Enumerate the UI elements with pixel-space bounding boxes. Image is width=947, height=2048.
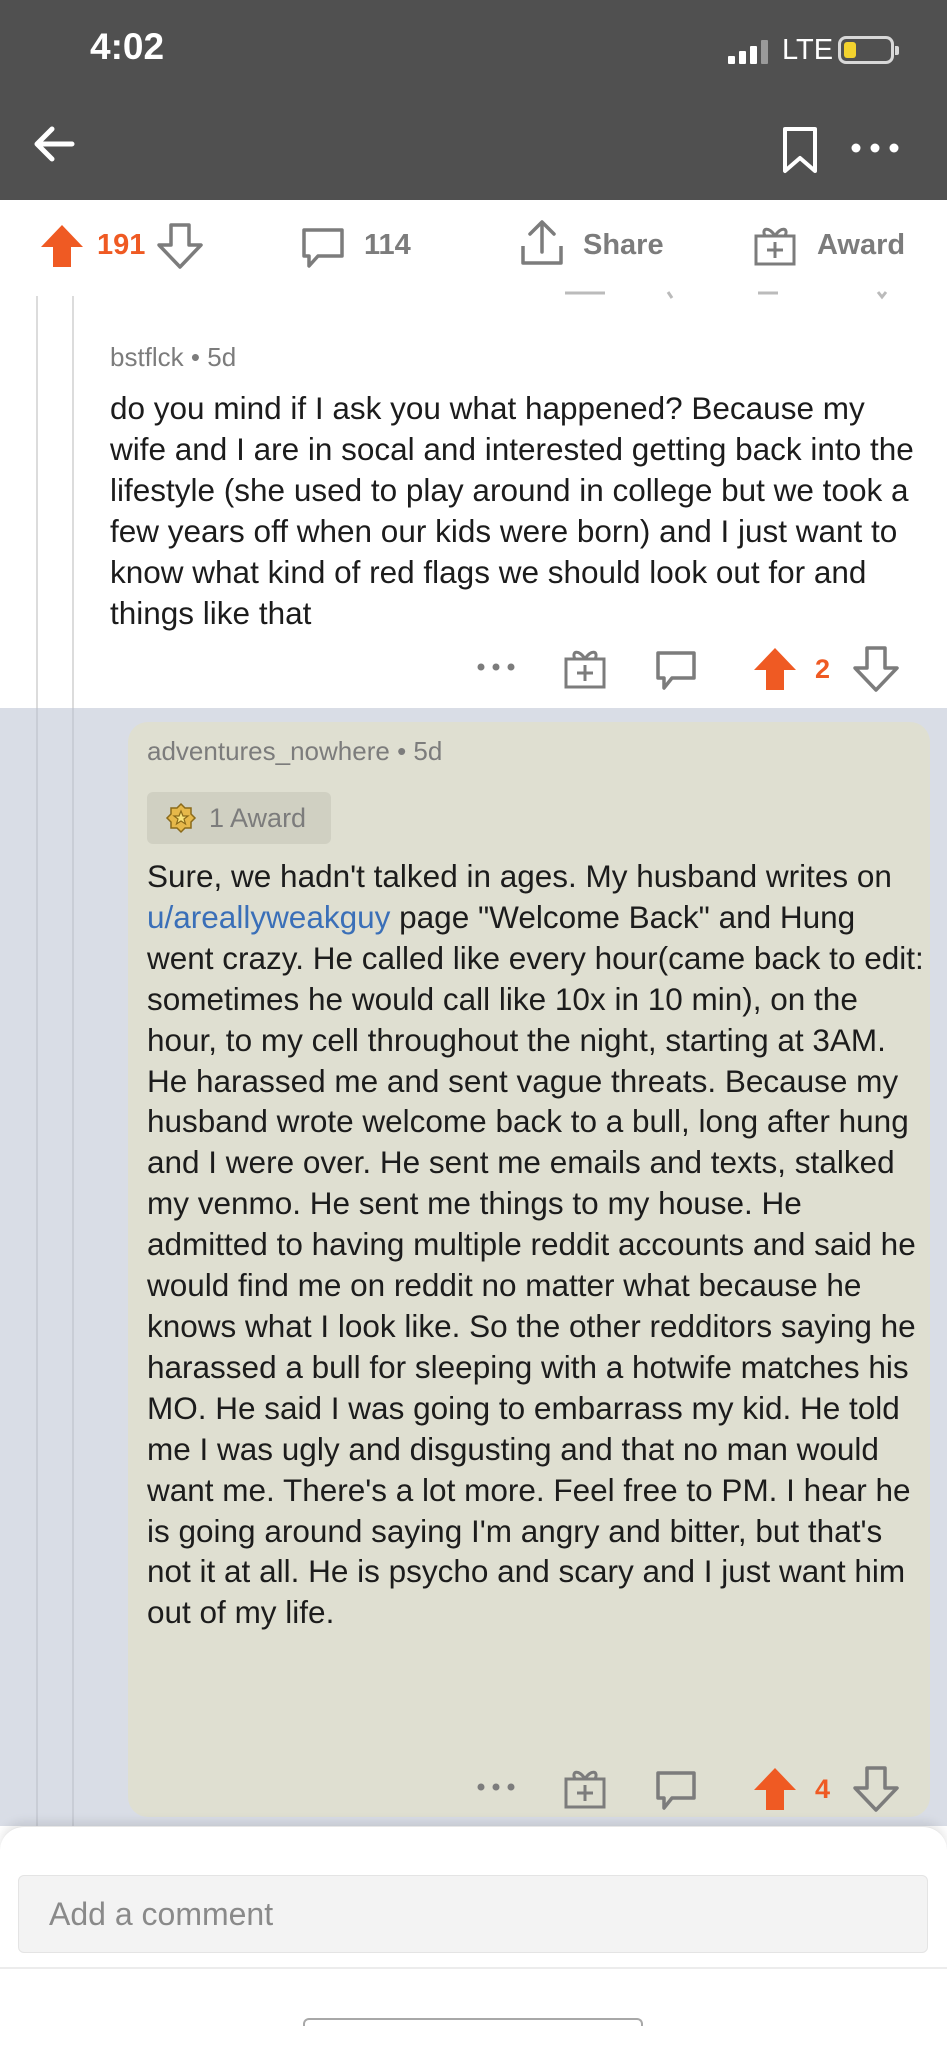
upvote-icon[interactable]: [752, 646, 798, 692]
award-icon[interactable]: [752, 222, 798, 268]
reply-icon[interactable]: [654, 1768, 698, 1812]
upvote-icon[interactable]: [38, 222, 86, 270]
home-indicator[interactable]: [303, 2018, 643, 2026]
divider: [0, 1967, 947, 1969]
comment-text: Sure, we hadn't talked in ages. My husba…: [147, 858, 892, 894]
comment-body: do you mind if I ask you what happened? …: [110, 390, 914, 631]
thread-indent-line[interactable]: [36, 708, 38, 1826]
share-icon[interactable]: [518, 218, 566, 268]
network-label: LTE: [782, 34, 834, 66]
comment-age: 5d: [413, 736, 443, 766]
bookmark-icon[interactable]: [780, 125, 820, 175]
thread-indent-line[interactable]: [72, 708, 74, 1826]
comment-author[interactable]: adventures_nowhere: [147, 736, 390, 766]
more-icon[interactable]: [476, 662, 516, 672]
more-icon[interactable]: [476, 1782, 516, 1792]
battery-icon: [838, 36, 899, 64]
post-score: 191: [97, 229, 146, 261]
back-arrow-icon[interactable]: [32, 122, 76, 166]
comment-score: 2: [815, 654, 831, 684]
comment-icon[interactable]: [300, 224, 346, 270]
downvote-icon[interactable]: [853, 646, 899, 692]
downvote-icon[interactable]: [156, 222, 204, 270]
award-chip[interactable]: 1 Award: [147, 792, 331, 844]
downvote-icon[interactable]: [853, 1766, 899, 1812]
award-button[interactable]: Award: [817, 229, 905, 262]
comment-body: Sure, we hadn't talked in ages. My husba…: [147, 856, 927, 1633]
upvote-icon[interactable]: [752, 1766, 798, 1812]
meta-separator: •: [190, 342, 208, 372]
reply-icon[interactable]: [654, 648, 698, 692]
award-badge-icon: [165, 802, 197, 834]
comment-meta: bstflck • 5d: [110, 342, 236, 373]
comment-age: 5d: [207, 342, 237, 372]
comment-text: page "Welcome Back" and Hung went crazy.…: [147, 898, 924, 1631]
comment-meta: adventures_nowhere • 5d: [147, 736, 442, 767]
gift-icon[interactable]: [563, 1766, 607, 1810]
signal-icon: [728, 38, 768, 64]
status-time: 4:02: [90, 26, 165, 67]
user-link[interactable]: u/areallyweakguy: [147, 899, 390, 935]
comment-author[interactable]: bstflck: [110, 342, 184, 372]
award-chip-label: 1 Award: [209, 803, 307, 833]
gift-icon[interactable]: [563, 646, 607, 690]
add-comment-input[interactable]: Add a comment: [18, 1875, 928, 1953]
share-button[interactable]: Share: [583, 229, 664, 262]
more-icon[interactable]: [850, 142, 900, 154]
comment-count[interactable]: 114: [364, 229, 411, 262]
scroll-cutoff-marks: [565, 291, 888, 300]
top-header: 4:02 LTE: [0, 0, 947, 200]
comment-actions: 2: [0, 644, 947, 694]
comment-actions: 4: [0, 1762, 947, 1812]
meta-separator: •: [397, 736, 414, 766]
comment-score: 4: [815, 1774, 831, 1804]
